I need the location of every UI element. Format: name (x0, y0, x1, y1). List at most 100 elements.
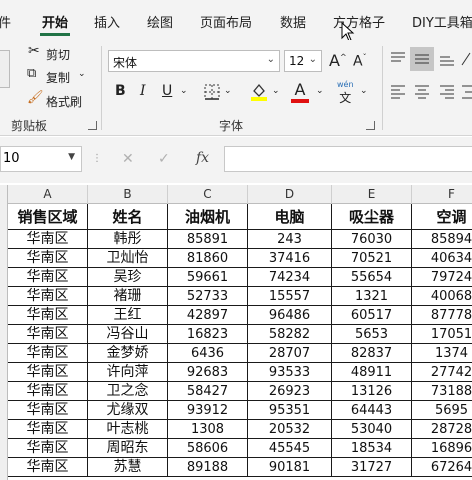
table-cell[interactable]: 苏慧 (88, 458, 168, 476)
table-cell[interactable]: 73188 (412, 382, 472, 400)
cut-button[interactable]: 剪切 (46, 46, 70, 63)
align-right-icon[interactable] (438, 84, 456, 100)
more-options-icon[interactable]: ⋮ (92, 153, 102, 164)
header-cell[interactable]: 销售区域 (8, 204, 88, 229)
table-cell[interactable]: 周昭东 (88, 439, 168, 457)
shrink-font-button[interactable]: Aˇ (353, 53, 367, 70)
table-cell[interactable]: 95351 (248, 401, 332, 419)
table-cell[interactable]: 华南区 (8, 363, 88, 381)
tab-page-layout[interactable]: 页面布局 (200, 12, 252, 31)
table-cell[interactable]: 叶志桃 (88, 420, 168, 438)
table-cell[interactable]: 58282 (248, 325, 332, 343)
align-center-icon[interactable] (413, 84, 431, 100)
table-cell[interactable]: 59661 (168, 268, 248, 286)
borders-dropdown-icon[interactable]: ⌄ (224, 86, 232, 96)
table-cell[interactable]: 52733 (168, 287, 248, 305)
column-header[interactable]: D (248, 185, 332, 204)
column-header[interactable]: A (8, 185, 88, 204)
table-cell[interactable]: 58427 (168, 382, 248, 400)
table-cell[interactable]: 48911 (332, 363, 412, 381)
name-box[interactable]: 10 ▼ (0, 146, 82, 172)
table-cell[interactable]: 28707 (248, 344, 332, 362)
tab-home[interactable]: 开始 (42, 12, 68, 31)
table-cell[interactable]: 42897 (168, 306, 248, 324)
table-cell[interactable]: 18534 (332, 439, 412, 457)
table-cell[interactable]: 华南区 (8, 458, 88, 476)
column-header[interactable]: C (168, 185, 248, 204)
table-cell[interactable]: 26923 (248, 382, 332, 400)
table-cell[interactable]: 16896 (412, 439, 472, 457)
table-cell[interactable]: 96486 (248, 306, 332, 324)
table-cell[interactable]: 华南区 (8, 382, 88, 400)
header-cell[interactable]: 吸尘器 (332, 204, 412, 229)
table-cell[interactable]: 5695 (412, 401, 472, 419)
font-size-combo[interactable]: 12 ⌄ (284, 50, 322, 72)
format-painter-button[interactable]: 格式刷 (46, 93, 82, 110)
table-cell[interactable]: 5653 (332, 325, 412, 343)
column-header[interactable]: F (412, 185, 472, 204)
column-header[interactable]: B (88, 185, 168, 204)
insert-function-icon[interactable]: fx (196, 150, 209, 166)
table-cell[interactable]: 1308 (168, 420, 248, 438)
table-cell[interactable]: 93912 (168, 401, 248, 419)
fill-color-dropdown-icon[interactable]: ⌄ (272, 86, 280, 96)
table-cell[interactable]: 79724 (412, 268, 472, 286)
table-cell[interactable]: 58606 (168, 439, 248, 457)
enter-formula-icon[interactable]: ✓ (158, 151, 170, 167)
table-cell[interactable]: 冯谷山 (88, 325, 168, 343)
font-color-button[interactable]: A (289, 80, 311, 103)
table-cell[interactable]: 15557 (248, 287, 332, 305)
table-cell[interactable]: 吴珍 (88, 268, 168, 286)
table-cell[interactable]: 卫之念 (88, 382, 168, 400)
table-cell[interactable]: 81860 (168, 249, 248, 267)
formula-input[interactable] (224, 146, 472, 172)
bold-button[interactable]: B (115, 83, 126, 99)
table-cell[interactable]: 韩彤 (88, 230, 168, 248)
table-cell[interactable]: 华南区 (8, 287, 88, 305)
table-cell[interactable]: 王红 (88, 306, 168, 324)
table-cell[interactable]: 92683 (168, 363, 248, 381)
table-cell[interactable]: 华南区 (8, 268, 88, 286)
table-cell[interactable]: 70521 (332, 249, 412, 267)
copy-button[interactable]: 复制 (46, 69, 70, 86)
table-cell[interactable]: 93533 (248, 363, 332, 381)
table-cell[interactable]: 37416 (248, 249, 332, 267)
grow-font-button[interactable]: A^ (329, 51, 347, 70)
tab-insert[interactable]: 插入 (94, 12, 120, 31)
table-cell[interactable]: 74234 (248, 268, 332, 286)
underline-dropdown-icon[interactable]: ⌄ (180, 86, 188, 96)
table-cell[interactable]: 53040 (332, 420, 412, 438)
copy-dropdown-icon[interactable]: ⌄ (78, 69, 86, 79)
table-cell[interactable]: 华南区 (8, 439, 88, 457)
paste-icon[interactable] (0, 50, 10, 88)
table-cell[interactable]: 卫灿怡 (88, 249, 168, 267)
phonetic-guide-button[interactable]: wén 文 (337, 80, 354, 106)
tab-draw[interactable]: 绘图 (147, 12, 173, 31)
header-cell[interactable]: 电脑 (248, 204, 332, 229)
table-cell[interactable]: 许向萍 (88, 363, 168, 381)
table-cell[interactable]: 褚珊 (88, 287, 168, 305)
table-cell[interactable]: 华南区 (8, 325, 88, 343)
indent-icon[interactable] (460, 84, 472, 100)
header-cell[interactable]: 油烟机 (168, 204, 248, 229)
table-cell[interactable]: 华南区 (8, 306, 88, 324)
align-bottom-icon[interactable] (438, 51, 456, 67)
table-cell[interactable]: 40068 (412, 287, 472, 305)
table-cell[interactable]: 华南区 (8, 249, 88, 267)
table-cell[interactable]: 40634 (412, 249, 472, 267)
table-cell[interactable]: 67264 (412, 458, 472, 476)
table-cell[interactable]: 85894 (412, 230, 472, 248)
table-cell[interactable]: 17051 (412, 325, 472, 343)
align-top-icon[interactable] (389, 51, 407, 67)
align-middle-button[interactable] (410, 47, 434, 71)
header-cell[interactable]: 姓名 (88, 204, 168, 229)
table-cell[interactable]: 13126 (332, 382, 412, 400)
font-launcher-icon[interactable] (366, 121, 375, 130)
table-cell[interactable]: 华南区 (8, 344, 88, 362)
table-cell[interactable]: 20532 (248, 420, 332, 438)
tab-data[interactable]: 数据 (280, 12, 306, 31)
table-cell[interactable]: 243 (248, 230, 332, 248)
align-left-icon[interactable] (389, 84, 407, 100)
font-name-combo[interactable]: 宋体 ⌄ (108, 50, 280, 72)
table-cell[interactable]: 16823 (168, 325, 248, 343)
